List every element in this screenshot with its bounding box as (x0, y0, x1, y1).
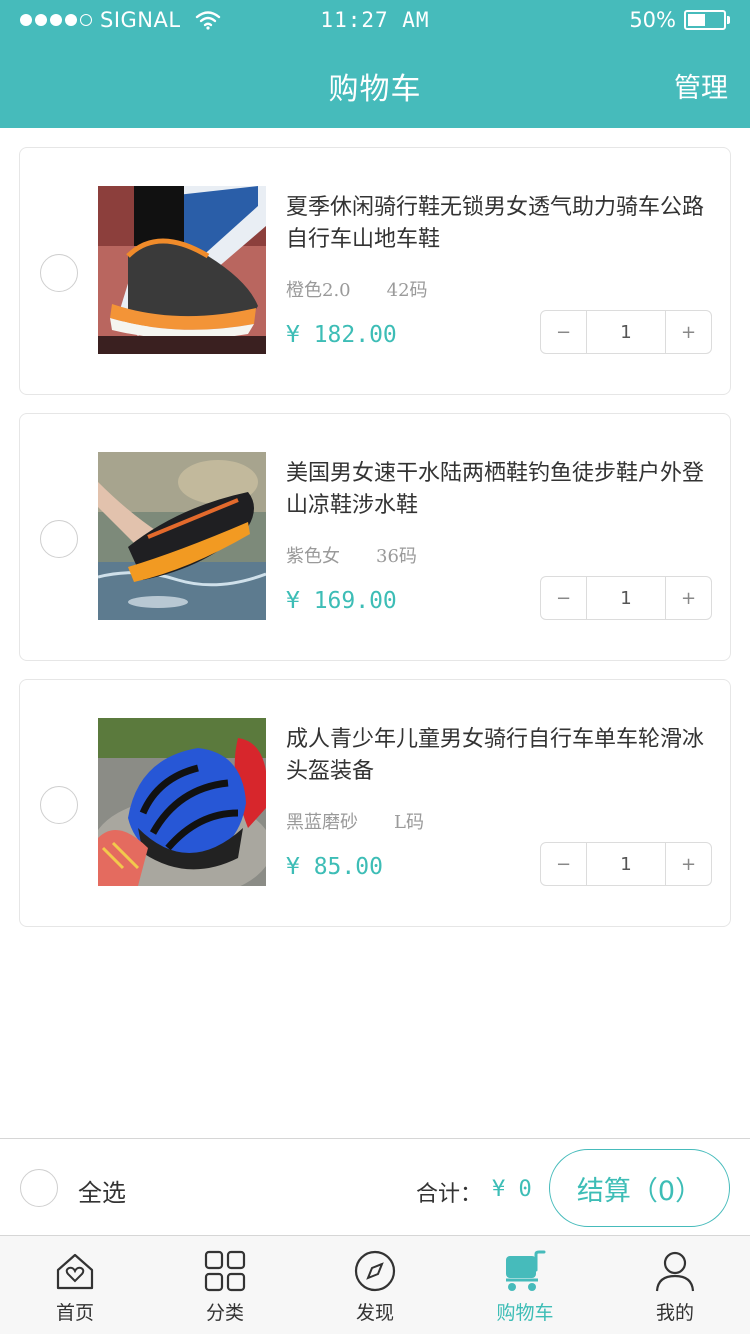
tab-label: 发现 (355, 1302, 394, 1324)
tab-discover[interactable]: 发现 (300, 1236, 450, 1334)
spec-color: 黑蓝磨砂 (286, 812, 358, 833)
select-all-label[interactable]: 全选 (78, 1173, 126, 1208)
decrease-button[interactable]: − (541, 577, 586, 619)
product-image[interactable] (98, 186, 266, 354)
product-image[interactable] (98, 452, 266, 620)
product-title[interactable]: 夏季休闲骑行鞋无锁男女透气助力骑车公路自行车山地车鞋 (286, 192, 716, 256)
spec-color: 紫色女 (286, 546, 340, 567)
checkout-button[interactable]: 结算（0） (549, 1149, 730, 1227)
decrease-button[interactable]: − (541, 311, 586, 353)
spec-size: 36码 (376, 546, 417, 567)
product-spec: 黑蓝磨砂 L码 (286, 808, 424, 834)
product-spec: 紫色女 36码 (286, 542, 417, 568)
item-select-radio[interactable] (40, 520, 78, 558)
tab-label: 购物车 (496, 1302, 554, 1324)
item-select-radio[interactable] (40, 786, 78, 824)
increase-button[interactable]: + (666, 311, 711, 353)
cart-icon (506, 1250, 546, 1291)
status-bar: SIGNAL 11:27 AM 50% (0, 0, 750, 40)
tab-home[interactable]: 首页 (0, 1236, 150, 1334)
quantity-stepper: − 1 + (540, 310, 712, 354)
cart-item: 美国男女速干水陆两栖鞋钓鱼徒步鞋户外登山凉鞋涉水鞋 紫色女 36码 ¥ 169.0… (19, 413, 731, 661)
home-icon (56, 1253, 94, 1290)
product-title[interactable]: 美国男女速干水陆两栖鞋钓鱼徒步鞋户外登山凉鞋涉水鞋 (286, 458, 716, 522)
battery-percent: 50% (629, 8, 676, 32)
grid-icon (204, 1250, 246, 1292)
manage-button[interactable]: 管理 (674, 66, 728, 105)
product-price: ¥ 182.00 (286, 322, 397, 348)
product-price: ¥ 169.00 (286, 588, 397, 614)
tab-cart[interactable]: 购物车 (450, 1236, 600, 1334)
select-all-radio[interactable] (20, 1169, 58, 1207)
product-image[interactable] (98, 718, 266, 886)
total-label: 合计： (416, 1182, 483, 1207)
cart-item: 成人青少年儿童男女骑行自行车单车轮滑冰头盔装备 黑蓝磨砂 L码 ¥ 85.00 −… (19, 679, 731, 927)
tab-bar: 首页 分类 发现 购物车 我的 (0, 1236, 750, 1334)
quantity-value[interactable]: 1 (586, 577, 666, 619)
water-shoe-photo (98, 452, 266, 620)
tab-category[interactable]: 分类 (150, 1236, 300, 1334)
total-amount: ¥ 0 (492, 1177, 532, 1202)
quantity-stepper: − 1 + (540, 842, 712, 886)
decrease-button[interactable]: − (541, 843, 586, 885)
checkout-bar: 全选 合计： ¥ 0 结算（0） (0, 1138, 750, 1236)
tab-label: 分类 (205, 1302, 244, 1324)
quantity-value[interactable]: 1 (586, 843, 666, 885)
compass-icon (354, 1250, 396, 1292)
helmet-photo (98, 718, 266, 886)
tab-label: 我的 (655, 1302, 694, 1324)
product-spec: 橙色2.0 42码 (286, 276, 428, 302)
spec-size: L码 (394, 812, 424, 833)
product-title[interactable]: 成人青少年儿童男女骑行自行车单车轮滑冰头盔装备 (286, 724, 716, 788)
item-select-radio[interactable] (40, 254, 78, 292)
battery-icon (684, 10, 726, 30)
tab-mine[interactable]: 我的 (600, 1236, 750, 1334)
quantity-stepper: − 1 + (540, 576, 712, 620)
increase-button[interactable]: + (666, 577, 711, 619)
app-header: SIGNAL 11:27 AM 50% 购物车 管理 (0, 0, 750, 128)
increase-button[interactable]: + (666, 843, 711, 885)
user-icon (655, 1251, 695, 1292)
spec-color: 橙色2.0 (286, 280, 351, 301)
battery-indicator: 50% (629, 8, 730, 32)
cycling-shoe-photo (98, 186, 266, 354)
cart-item: 夏季休闲骑行鞋无锁男女透气助力骑车公路自行车山地车鞋 橙色2.0 42码 ¥ 18… (19, 147, 731, 395)
tab-label: 首页 (55, 1302, 94, 1324)
product-price: ¥ 85.00 (286, 854, 383, 880)
spec-size: 42码 (386, 280, 428, 301)
page-title: 购物车 (328, 72, 422, 107)
quantity-value[interactable]: 1 (586, 311, 666, 353)
